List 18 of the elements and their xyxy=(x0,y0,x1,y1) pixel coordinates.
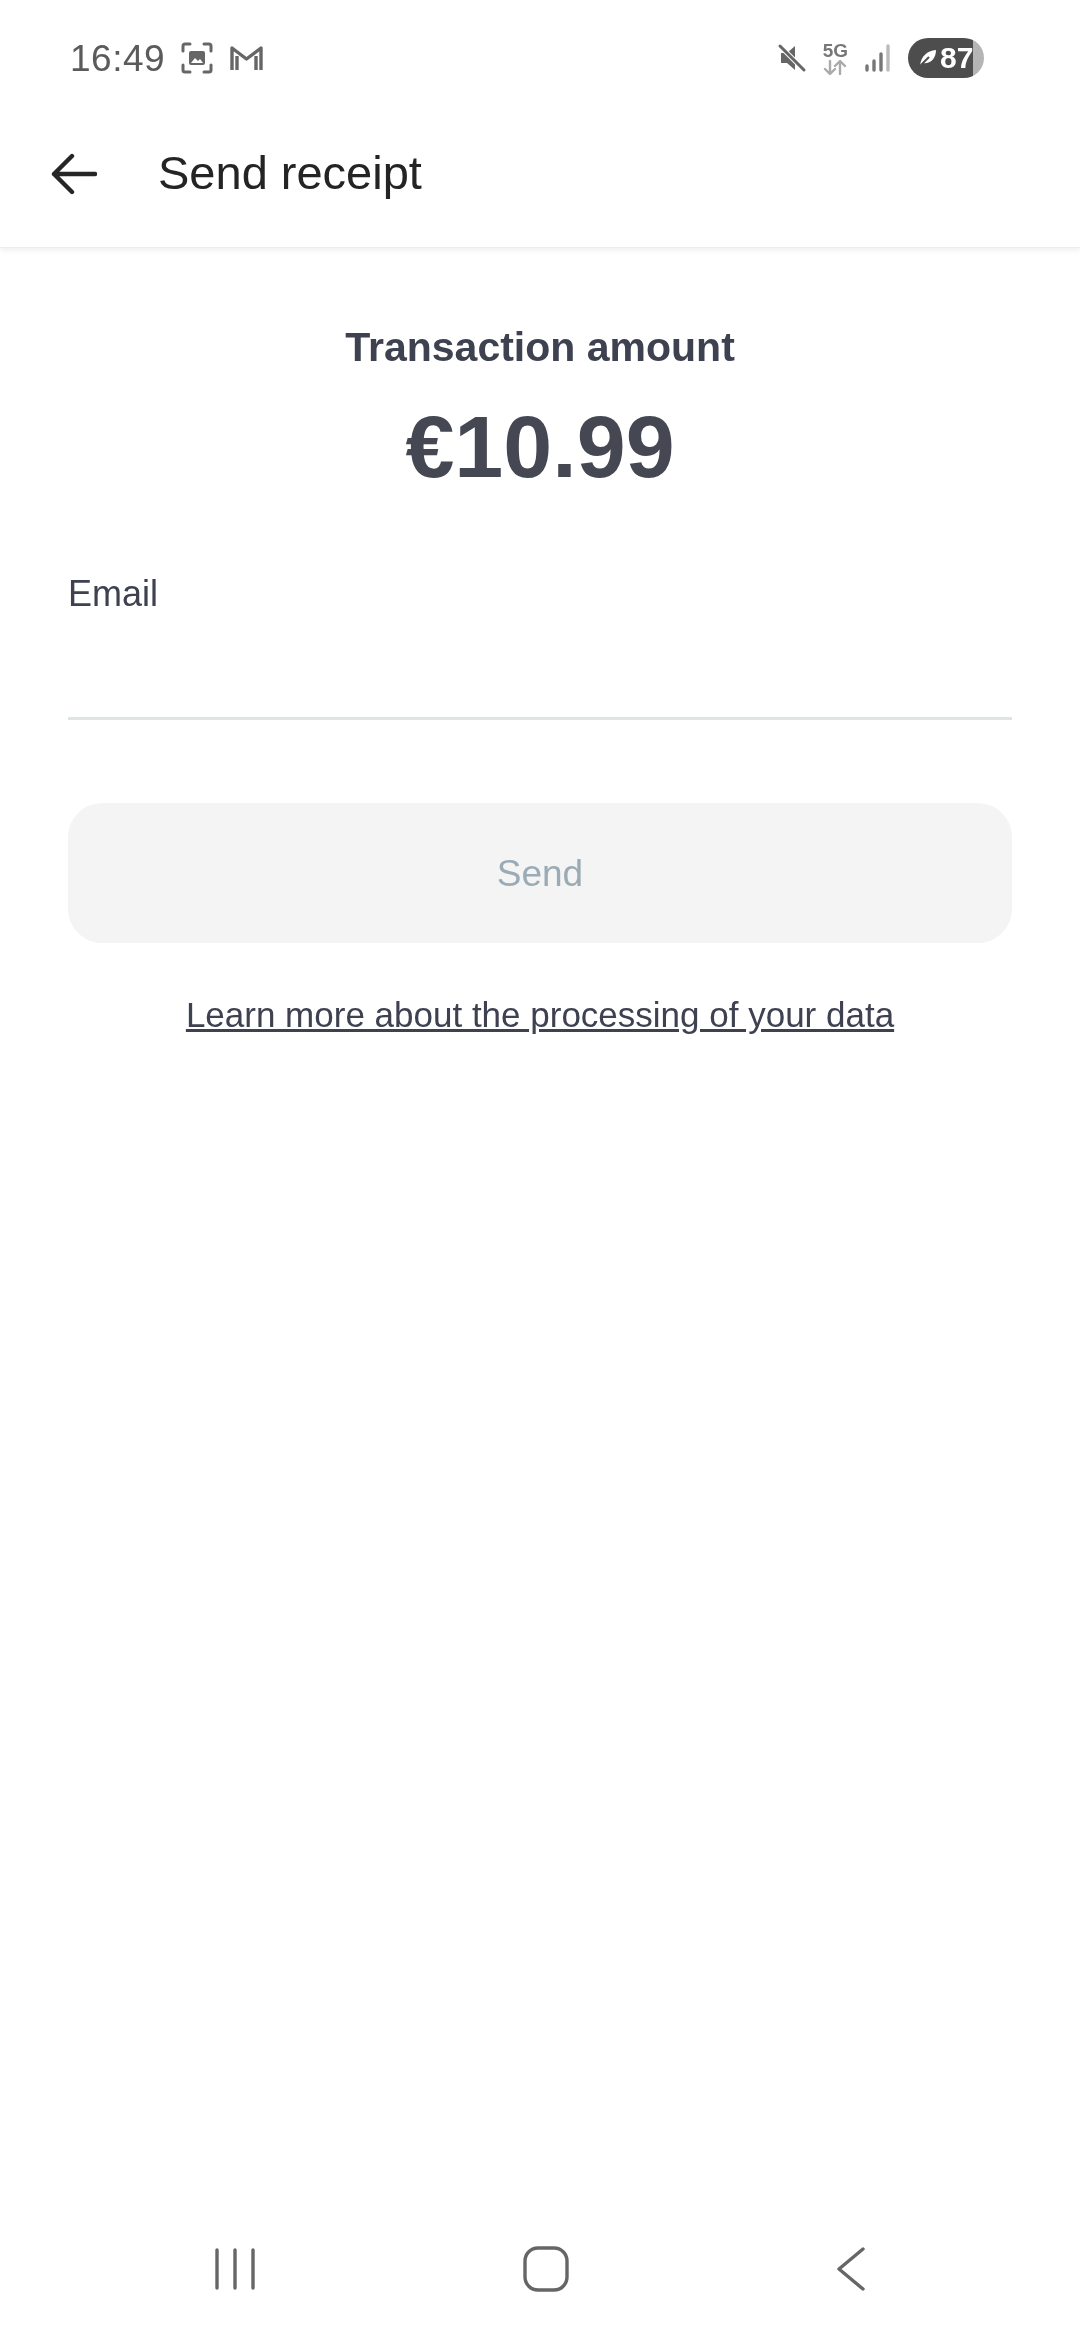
screenshot-icon xyxy=(181,42,214,74)
leaf-icon xyxy=(918,48,938,68)
amount-value: €10.99 xyxy=(405,403,675,492)
recents-icon[interactable] xyxy=(214,2247,256,2291)
signal-icon xyxy=(864,43,892,73)
mute-icon xyxy=(776,43,807,73)
mail-icon xyxy=(229,44,265,72)
battery-level-text: 87 xyxy=(940,43,974,73)
data-arrows-icon xyxy=(823,60,848,75)
amount-label: Transaction amount xyxy=(345,323,735,372)
network-type-label: 5G xyxy=(822,41,848,60)
privacy-link[interactable]: Learn more about the processing of your data xyxy=(185,993,895,1037)
home-icon[interactable] xyxy=(523,2246,569,2292)
back-arrow-icon xyxy=(51,152,97,195)
status-time: 16:49 xyxy=(70,39,166,77)
back-icon[interactable] xyxy=(836,2246,866,2292)
email-label: Email xyxy=(68,572,159,617)
page-title: Send receipt xyxy=(158,145,422,202)
